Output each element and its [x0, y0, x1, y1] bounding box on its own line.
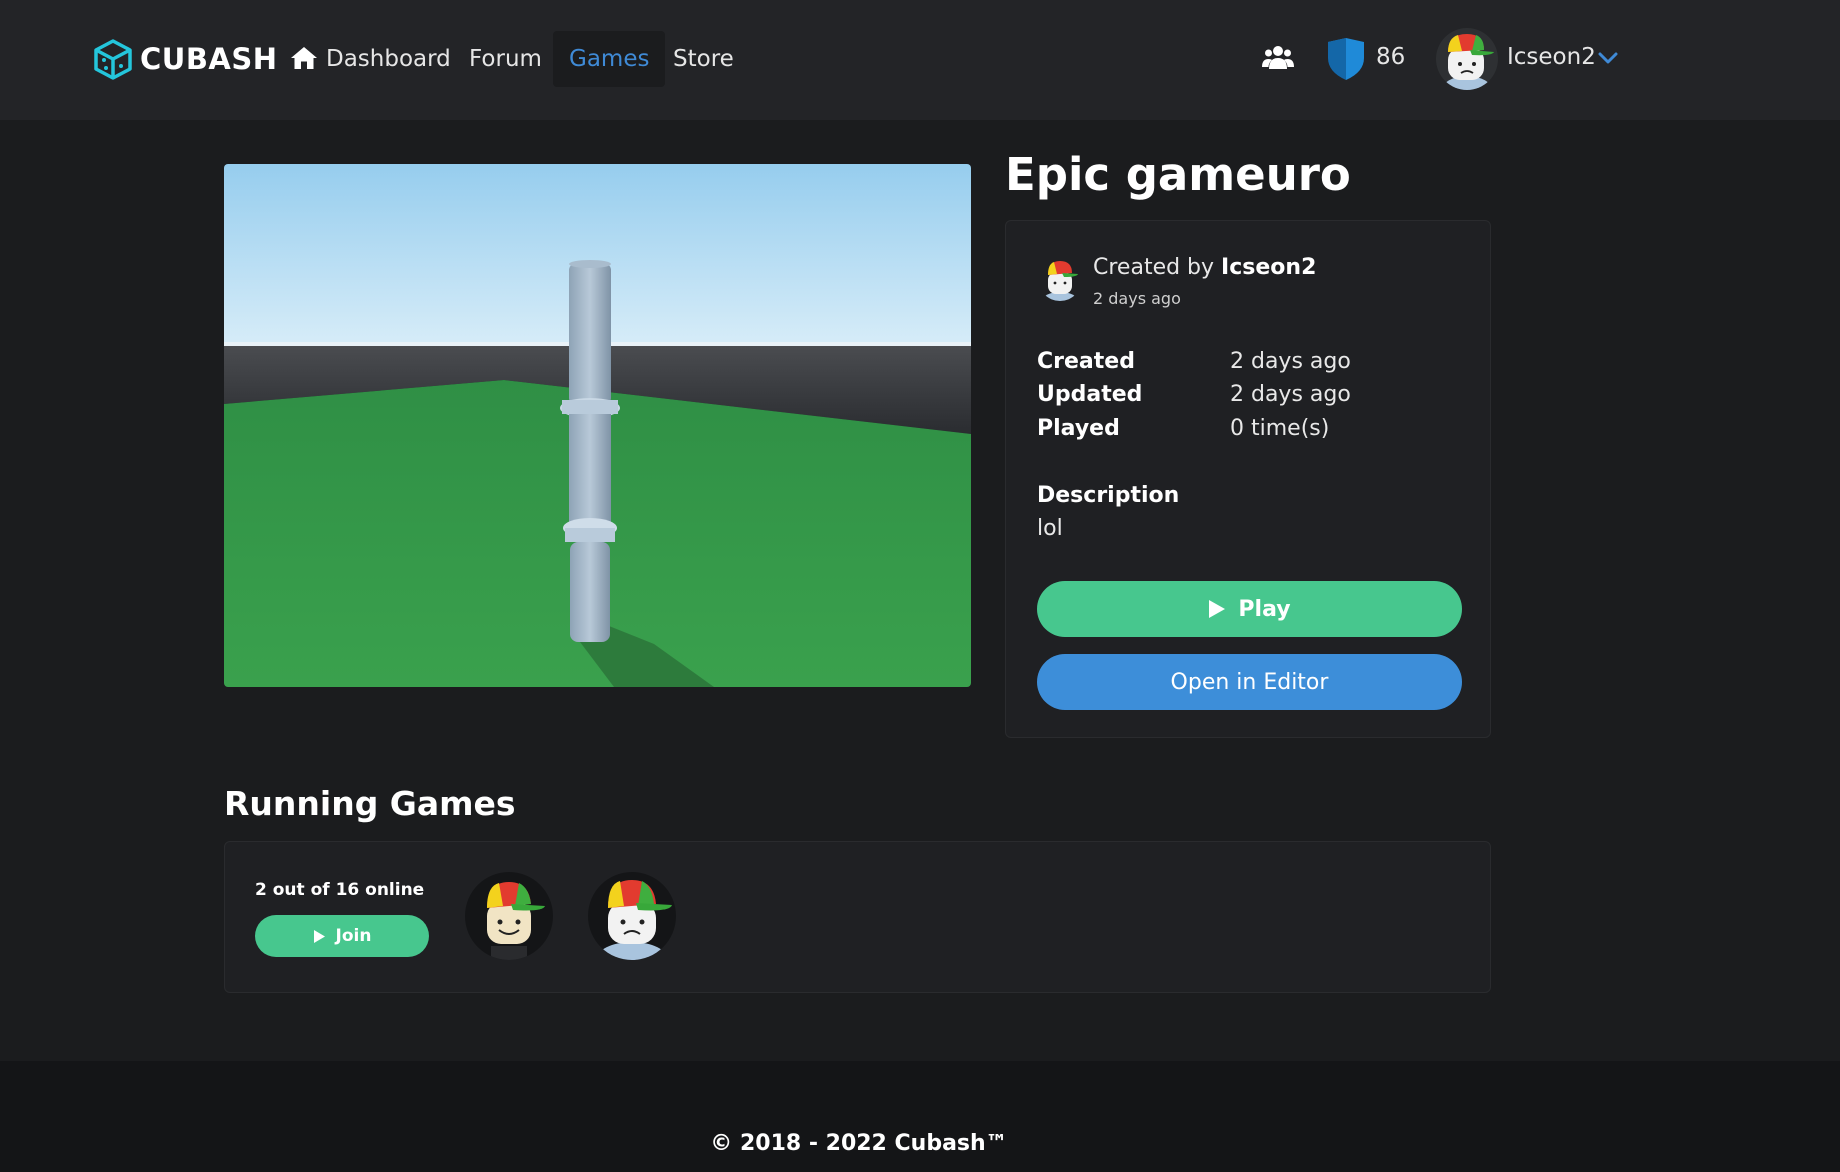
- server-card: 2 out of 16 online Join: [224, 841, 1491, 993]
- nav-store-link[interactable]: Store: [657, 31, 750, 87]
- home-icon: [291, 46, 317, 69]
- nav-forum-link[interactable]: Forum: [453, 31, 558, 87]
- stat-played-value: 0 time(s): [1230, 416, 1330, 441]
- description-text: lol: [1037, 516, 1063, 541]
- creator-avatar[interactable]: [1038, 257, 1082, 301]
- join-button-label: Join: [335, 926, 372, 946]
- nav-games-link[interactable]: Games: [553, 31, 666, 87]
- username-menu[interactable]: Icseon2: [1507, 44, 1596, 70]
- running-games-title: Running Games: [224, 784, 516, 823]
- open-in-editor-button[interactable]: Open in Editor: [1037, 654, 1462, 710]
- player-avatar[interactable]: [588, 872, 676, 960]
- stat-updated-label: Updated: [1037, 382, 1143, 407]
- created-by-prefix: Created by: [1093, 255, 1222, 280]
- chevron-down-icon[interactable]: [1598, 50, 1618, 66]
- creator-avatar-icon: [1042, 261, 1078, 301]
- game-info-card: Created by Icseon2 2 days ago Created 2 …: [1005, 220, 1491, 738]
- play-button[interactable]: Play: [1037, 581, 1462, 637]
- friends-icon[interactable]: [1262, 44, 1294, 72]
- currency-shield-icon: [1328, 38, 1364, 80]
- avatar-head-icon: [1442, 34, 1494, 90]
- footer: © 2018 - 2022 Cubash™: [0, 1061, 1840, 1172]
- join-server-button[interactable]: Join: [255, 915, 429, 957]
- player-avatar-icon: [487, 882, 545, 960]
- currency-amount: 86: [1376, 44, 1406, 70]
- copyright-text: © 2018 - 2022 Cubash™: [710, 1131, 1008, 1156]
- user-avatar[interactable]: [1436, 28, 1498, 90]
- game-title: Epic gameuro: [1005, 148, 1351, 201]
- play-button-label: Play: [1238, 596, 1291, 622]
- creator-name-link[interactable]: Icseon2: [1221, 255, 1316, 280]
- stat-created-value: 2 days ago: [1230, 349, 1351, 374]
- top-navbar: CUBASH Dashboard Forum Games Store 86 Ic…: [0, 0, 1840, 120]
- created-by-text: Created by Icseon2: [1093, 255, 1316, 280]
- nav-dashboard-link[interactable]: Dashboard: [274, 31, 467, 87]
- game-scene-image: [224, 164, 971, 687]
- play-icon: [1209, 600, 1226, 618]
- stat-created-label: Created: [1037, 349, 1135, 374]
- nav-dashboard-label: Dashboard: [326, 46, 451, 72]
- stat-played-label: Played: [1037, 416, 1120, 441]
- game-thumbnail: [224, 164, 971, 687]
- stat-updated-value: 2 days ago: [1230, 382, 1351, 407]
- description-label: Description: [1037, 483, 1180, 508]
- server-online-count: 2 out of 16 online: [255, 880, 425, 900]
- cube-logo-icon: [94, 39, 132, 80]
- brand-logo[interactable]: CUBASH: [92, 36, 278, 82]
- brand-name: CUBASH: [140, 42, 278, 76]
- play-icon: [313, 929, 325, 943]
- player-avatar[interactable]: [465, 872, 553, 960]
- player-avatar-icon: [596, 880, 672, 960]
- created-ago-text: 2 days ago: [1093, 289, 1181, 308]
